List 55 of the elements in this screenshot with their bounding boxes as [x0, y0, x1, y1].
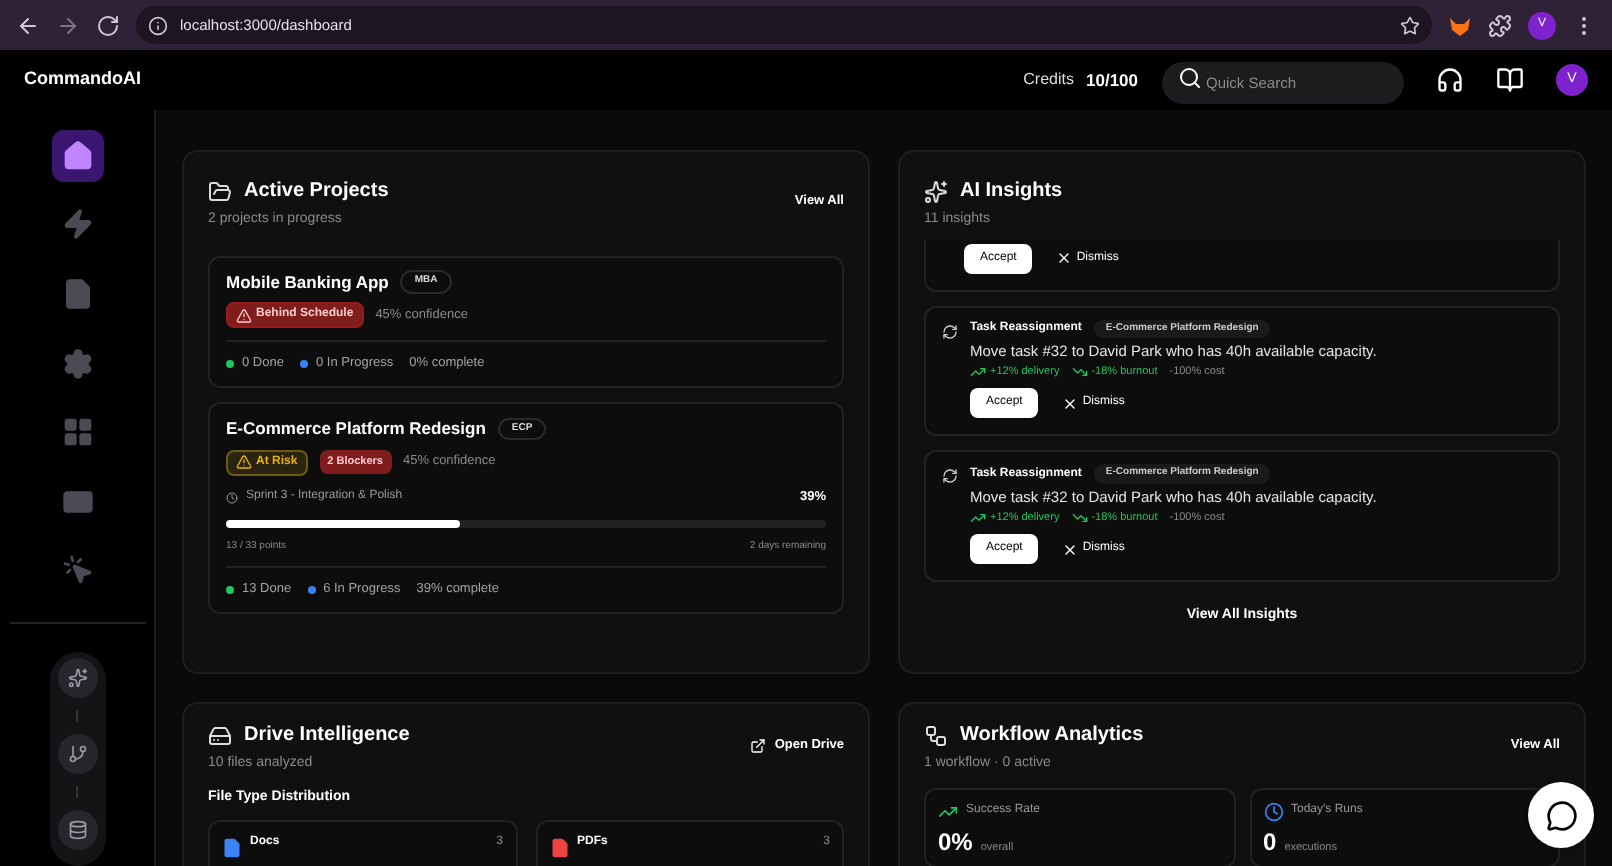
grid-icon — [61, 416, 93, 449]
card-title: AI Insights — [960, 178, 1063, 206]
back-icon[interactable] — [16, 13, 40, 37]
refresh-icon — [942, 468, 958, 485]
forward-icon[interactable] — [56, 13, 80, 37]
database-icon — [67, 820, 87, 841]
brand-name: CommandoAI — [24, 66, 141, 93]
chat-icon — [1545, 799, 1577, 831]
tool-button[interactable] — [57, 658, 97, 699]
credits-label: Credits — [1023, 68, 1074, 92]
close-icon — [1056, 250, 1073, 266]
settings-icon — [61, 347, 93, 380]
trend-down-icon — [1071, 364, 1088, 381]
close-icon — [1062, 541, 1079, 557]
workflow-icon — [924, 723, 948, 747]
tool-button[interactable] — [57, 734, 97, 775]
credits-value: 10/100 — [1086, 67, 1138, 93]
lightning-icon — [61, 208, 93, 241]
nav-item[interactable] — [51, 130, 103, 182]
close-icon — [1062, 395, 1079, 412]
branch-icon — [67, 744, 87, 765]
card-icon — [61, 485, 93, 518]
refresh-icon — [942, 323, 958, 339]
tool-button[interactable] — [57, 810, 97, 851]
clock-icon — [1263, 801, 1283, 821]
site-info-icon[interactable] — [148, 15, 168, 35]
external-link-icon — [750, 737, 767, 754]
document-icon — [61, 277, 93, 310]
headphones-icon[interactable] — [1436, 66, 1464, 94]
pointer-icon — [61, 554, 93, 587]
warning-icon — [236, 307, 252, 324]
sparkle-icon — [924, 179, 948, 203]
reload-icon[interactable] — [96, 13, 120, 37]
card-title: Active Projects — [244, 178, 389, 206]
trend-up-icon — [970, 364, 986, 381]
trend-down-icon — [1071, 509, 1088, 526]
extensions-icon[interactable] — [1488, 13, 1512, 37]
project-name: Mobile Banking App — [226, 269, 389, 295]
book-icon[interactable] — [1496, 66, 1524, 94]
trend-up-icon — [970, 509, 986, 526]
card-title: Drive Intelligence — [244, 722, 410, 750]
bookmark-icon[interactable] — [1400, 15, 1420, 35]
card-title: Workflow Analytics — [960, 722, 1144, 750]
project-name: E-Commerce Platform Redesign — [226, 416, 486, 442]
sparkle-icon — [67, 668, 87, 689]
stat-value: 0 — [1263, 829, 1277, 853]
stat-value: 0% — [938, 829, 973, 853]
folder-icon — [208, 179, 232, 203]
warning-icon — [236, 454, 252, 471]
clock-icon — [226, 491, 238, 504]
trend-up-icon — [938, 801, 958, 821]
fox-icon[interactable] — [1448, 13, 1472, 37]
home-icon — [61, 139, 93, 172]
search-icon — [1178, 65, 1202, 89]
drive-icon — [208, 723, 232, 747]
